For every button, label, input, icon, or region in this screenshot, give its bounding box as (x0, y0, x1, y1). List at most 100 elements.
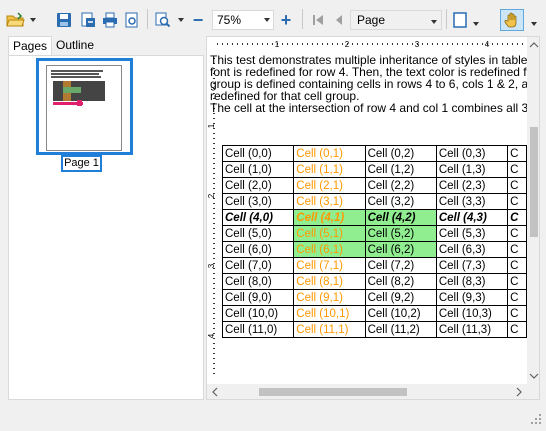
ruler-tick (302, 43, 303, 45)
open-button[interactable] (4, 10, 28, 30)
side-panel-tabs: Pages Outline (8, 36, 204, 57)
table-row: Cell (6,0) Cell (6,1) Cell (6,2) Cell (6,3)… (221, 241, 527, 258)
table-cell: Cell (2,3) (435, 177, 509, 194)
table-cell: Cell (3,2) (364, 193, 437, 210)
open-folder-icon (6, 12, 25, 27)
page-navigation-select[interactable]: Page (350, 10, 442, 30)
table-cell: Cell (8,1) (293, 273, 366, 290)
ruler-tick (307, 43, 308, 45)
ruler-tick (367, 43, 368, 45)
ruler-tick (317, 43, 318, 45)
single-page-view-icon (453, 12, 467, 28)
view-mode-dropdown-arrow[interactable] (473, 22, 479, 26)
document-view[interactable]: 12345 12345 This test demonstrates multi… (206, 36, 540, 400)
ruler-tick (287, 43, 288, 45)
thumbnail-page-preview (46, 65, 122, 151)
table-row: Cell (7,0) Cell (7,1) Cell (7,2) Cell (7,3)… (221, 257, 527, 274)
table-cell: Cell (11,1) (293, 321, 366, 338)
previous-page-button[interactable] (332, 10, 346, 30)
zoom-mode-dropdown-arrow[interactable] (178, 18, 184, 22)
ruler-tick (517, 43, 518, 45)
table-cell: Cell (10,1) (293, 305, 366, 322)
resize-grip-icon[interactable] (530, 413, 542, 425)
ruler-tick (237, 43, 238, 45)
ruler-tick (382, 43, 383, 45)
table-cell: C (507, 177, 527, 194)
zoom-level-select[interactable]: 75% (212, 10, 274, 30)
ruler-tick (397, 43, 398, 45)
zoom-mode-button[interactable] (153, 10, 173, 30)
zoom-in-button[interactable]: + (278, 10, 294, 30)
table-row: Cell (8,0) Cell (8,1) Cell (8,2) Cell (8,3)… (221, 273, 527, 290)
table-cell: Cell (1,3) (435, 161, 509, 178)
table-cell: C (507, 257, 527, 274)
table-cell: C (507, 305, 527, 322)
save-icon (57, 13, 71, 27)
vertical-scrollbar-graphic (529, 42, 539, 379)
ruler-number: 4 (485, 40, 490, 49)
ruler-tick (497, 43, 498, 45)
page-setup-icon (125, 12, 138, 28)
table-cell: Cell (0,1) (293, 145, 366, 162)
page-setup-button[interactable] (122, 10, 142, 30)
table-cell: Cell (11,3) (435, 321, 509, 338)
ruler-tick (217, 43, 218, 45)
horizontal-scrollbar[interactable] (207, 384, 527, 399)
toolbar-separator (446, 9, 447, 29)
ruler-tick (402, 43, 403, 45)
table-cell: Cell (10,2) (364, 305, 437, 322)
tool-dropdown-arrow[interactable] (531, 22, 537, 26)
page-navigation-label: Page (357, 13, 386, 27)
open-dropdown-arrow[interactable] (30, 18, 36, 22)
ruler-tick (452, 43, 453, 45)
tab-outline[interactable]: Outline (52, 36, 98, 56)
print-button[interactable] (100, 10, 120, 30)
save-button[interactable] (54, 10, 74, 30)
zoom-level-value: 75% (217, 13, 242, 27)
table-row: Cell (9,0) Cell (9,1) Cell (9,2) Cell (9,3)… (221, 289, 527, 306)
status-bar (0, 403, 546, 431)
table-cell: Cell (8,2) (364, 273, 437, 290)
table-cell: Cell (4,0) (221, 209, 295, 226)
first-page-button[interactable] (310, 10, 326, 30)
ruler-number: 2 (345, 40, 350, 49)
table-cell: Cell (6,3) (435, 241, 509, 258)
table-cell: C (507, 209, 527, 226)
ruler-tick (342, 43, 343, 45)
ruler-tick (227, 43, 228, 45)
vertical-scrollbar[interactable] (527, 37, 539, 384)
table-cell: Cell (8,3) (435, 273, 509, 290)
table-cell: Cell (10,3) (435, 305, 509, 322)
ruler-tick (267, 43, 268, 45)
table-row: Cell (3,0) Cell (3,1) Cell (3,2) Cell (3,3)… (221, 193, 527, 210)
toolbar-separator (147, 9, 148, 29)
ruler-tick (282, 43, 283, 45)
table-row: Cell (10,0) Cell (10,1) Cell (10,2) Cell (1… (221, 305, 527, 322)
table-row: Cell (0,0) Cell (0,1) Cell (0,2) Cell (0,3)… (221, 145, 527, 162)
page-thumbnail[interactable] (36, 58, 133, 155)
hand-tool-button[interactable] (500, 9, 524, 31)
table-row: Cell (2,0) Cell (2,1) Cell (2,2) Cell (2,3)… (221, 177, 527, 194)
table-cell: Cell (11,0) (221, 321, 295, 338)
ruler-tick (332, 43, 333, 45)
zoom-out-button[interactable]: − (190, 10, 206, 30)
table-cell: C (507, 273, 527, 290)
single-page-view-button[interactable] (450, 10, 470, 30)
first-page-icon (313, 15, 323, 25)
export-icon (81, 12, 95, 27)
ruler-tick (472, 43, 473, 45)
ruler-tick (412, 43, 413, 45)
table-cell: Cell (6,0) (221, 241, 295, 258)
table-row: Cell (4,0) Cell (4,1) Cell (4,2) Cell (4,3)… (221, 209, 527, 226)
tab-pages[interactable]: Pages (8, 36, 53, 57)
table-cell: Cell (7,0) (221, 257, 295, 274)
table-cell: Cell (9,3) (435, 289, 509, 306)
table-cell: Cell (1,2) (364, 161, 437, 178)
ruler-tick (322, 43, 323, 45)
paragraph-line: The cell at the intersection of row 4 an… (210, 101, 527, 115)
export-button[interactable] (78, 10, 98, 30)
table-cell: Cell (1,0) (221, 161, 295, 178)
table-cell: Cell (6,1) (293, 241, 366, 258)
scrollbar-corner (527, 384, 539, 399)
table-cell: Cell (9,2) (364, 289, 437, 306)
